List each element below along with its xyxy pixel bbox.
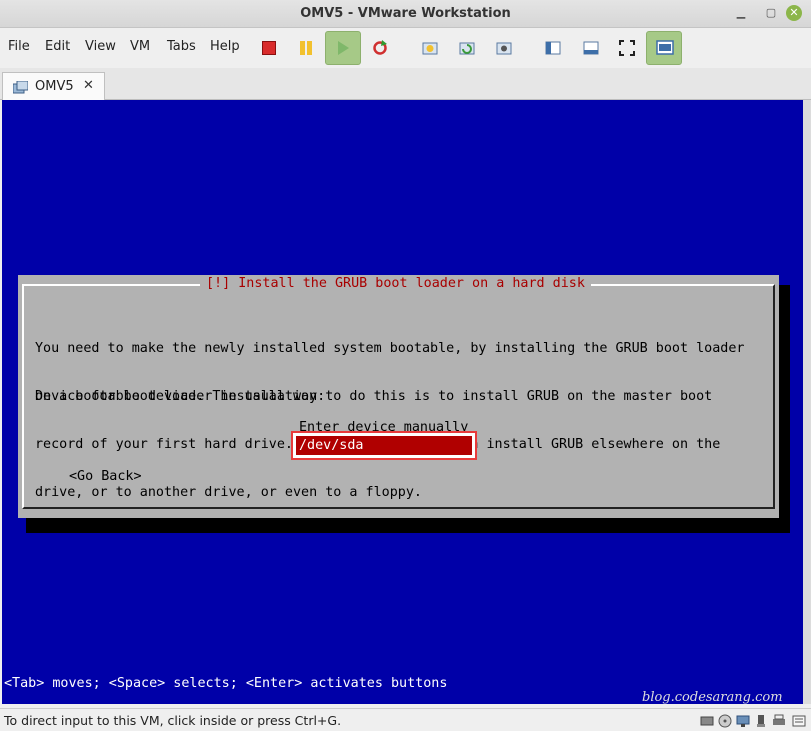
menubar: File Edit View VM Tabs Help — [0, 28, 811, 68]
hard-disk-icon[interactable] — [700, 713, 714, 727]
vm-console[interactable]: [!] Install the GRUB boot loader on a ha… — [2, 100, 803, 704]
console-scrollbar[interactable] — [803, 100, 811, 704]
reset-icon — [372, 40, 388, 56]
vm-icon — [12, 80, 29, 94]
tab-close-icon[interactable]: ✕ — [83, 78, 94, 93]
power-off-button[interactable] — [254, 34, 284, 62]
power-on-icon — [335, 40, 351, 56]
vm-tab-bar: OMV5 ✕ — [0, 68, 811, 100]
tab-omv5[interactable]: OMV5 ✕ — [2, 72, 105, 100]
device-input-highlight: /dev/sda — [291, 431, 477, 460]
close-window-button[interactable]: ✕ — [786, 5, 802, 21]
menu-tabs[interactable]: Tabs — [167, 39, 196, 54]
snapshot-button[interactable] — [415, 34, 445, 62]
menu-file[interactable]: File — [8, 39, 30, 54]
device-input[interactable]: /dev/sda — [296, 436, 472, 455]
keyboard-hint: <Tab> moves; <Space> selects; <Enter> ac… — [4, 676, 448, 691]
network-icon[interactable] — [736, 713, 750, 727]
menu-view[interactable]: View — [85, 39, 116, 54]
grub-install-dialog: [!] Install the GRUB boot loader on a ha… — [18, 275, 779, 518]
maximize-button[interactable]: ▢ — [763, 5, 779, 21]
menu-help[interactable]: Help — [210, 39, 240, 54]
unity-icon — [656, 40, 674, 56]
usb-icon[interactable] — [754, 713, 768, 727]
console-view-button[interactable] — [576, 34, 606, 62]
suspend-icon — [298, 40, 314, 56]
status-bar: To direct input to this VM, click inside… — [0, 708, 811, 731]
library-view-button[interactable] — [538, 34, 568, 62]
body-line: drive, or to another drive, or even to a… — [35, 485, 422, 500]
watermark: blog.codesarang.com — [642, 690, 783, 704]
revert-snapshot-icon — [459, 40, 475, 56]
power-on-button[interactable] — [325, 31, 361, 65]
revert-snapshot-button[interactable] — [452, 34, 482, 62]
status-text: To direct input to this VM, click inside… — [4, 713, 342, 728]
device-hint: Enter device manually — [299, 420, 469, 431]
unity-button[interactable] — [646, 31, 682, 65]
fullscreen-icon — [619, 40, 635, 56]
window-titlebar: OMV5 - VMware Workstation ▁ ▢ ✕ — [0, 0, 811, 28]
device-prompt: Device for boot loader installation: — [35, 389, 326, 404]
body-line: You need to make the newly installed sys… — [35, 341, 745, 356]
snapshot-manager-button[interactable] — [489, 34, 519, 62]
message-log-icon[interactable] — [792, 713, 806, 727]
menu-vm[interactable]: VM — [130, 39, 150, 54]
menu-edit[interactable]: Edit — [45, 39, 70, 54]
snapshot-icon — [422, 40, 438, 56]
library-view-icon — [545, 40, 561, 56]
power-off-icon — [262, 41, 276, 55]
tab-label: OMV5 — [35, 79, 74, 94]
fullscreen-button[interactable] — [612, 34, 642, 62]
dialog-title: [!] Install the GRUB boot loader on a ha… — [200, 276, 591, 291]
reset-button[interactable] — [365, 34, 395, 62]
snapshot-manager-icon — [496, 40, 512, 56]
console-view-icon — [583, 40, 599, 56]
minimize-button[interactable]: ▁ — [733, 5, 749, 21]
window-title: OMV5 - VMware Workstation — [300, 6, 511, 21]
printer-icon[interactable] — [772, 713, 786, 727]
suspend-button[interactable] — [291, 34, 321, 62]
go-back-button[interactable]: <Go Back> — [69, 469, 142, 484]
cd-drive-icon[interactable] — [718, 713, 732, 728]
